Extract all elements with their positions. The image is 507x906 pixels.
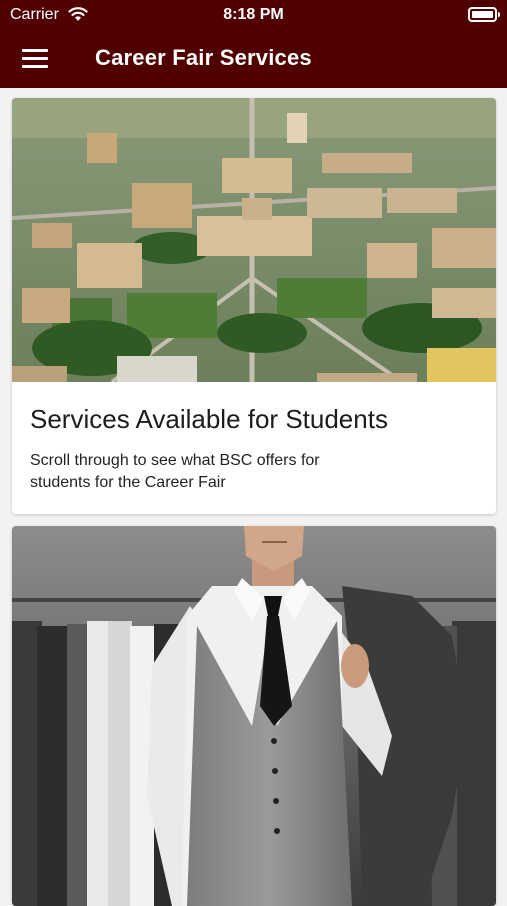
battery-icon <box>468 7 500 22</box>
clock: 8:18 PM <box>223 6 284 23</box>
hamburger-menu-icon[interactable] <box>22 47 50 69</box>
navigation-bar: Career Fair Services <box>0 30 507 88</box>
card-description: Scroll through to see what BSC offers fo… <box>30 452 320 491</box>
services-card[interactable]: Services Available for Students Scroll t… <box>12 98 496 514</box>
page-title: Career Fair Services <box>95 45 312 70</box>
card-title: Services Available for Students <box>30 404 388 434</box>
app-bar: Carrier 8:18 PM Career Fair Services <box>0 0 507 88</box>
man-in-suit-image <box>12 526 496 906</box>
attire-card[interactable] <box>12 526 496 906</box>
status-bar: Carrier 8:18 PM <box>0 0 507 30</box>
campus-aerial-image <box>12 98 496 382</box>
